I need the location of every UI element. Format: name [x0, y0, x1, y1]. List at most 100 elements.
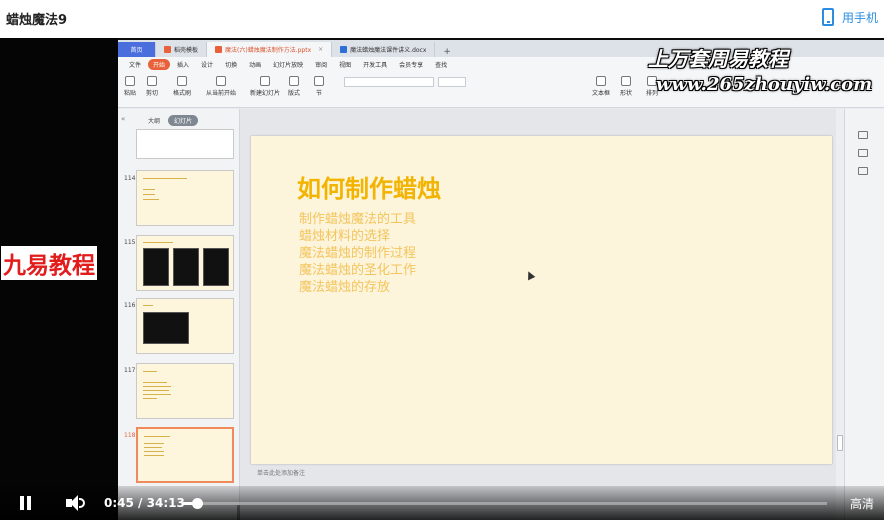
- thumb-text-line: [143, 189, 155, 190]
- font-size-select[interactable]: [438, 77, 466, 87]
- menu-slideshow[interactable]: 幻灯片放映: [268, 59, 308, 70]
- textbox-label: 文本框: [592, 90, 611, 97]
- menu-review[interactable]: 审阅: [310, 59, 332, 70]
- tab-home[interactable]: 首页: [118, 42, 156, 57]
- slide-bullet-list: 制作蜡烛魔法的工具 蜡烛材料的选择 魔法蜡烛的制作过程 魔法蜡烛的圣化工作 魔法…: [299, 212, 416, 296]
- tab-slides[interactable]: 幻灯片: [168, 115, 199, 126]
- page: 蜡烛魔法9 用手机 首页 稻壳模板 魔法(六)蜡烛魔法制作方法.pptx × 魔法…: [0, 0, 884, 520]
- tab-outline[interactable]: 大纲: [148, 116, 160, 125]
- menu-view[interactable]: 视图: [334, 59, 356, 70]
- font-family-select[interactable]: [344, 77, 434, 87]
- tab-templates-label: 稻壳模板: [174, 47, 199, 54]
- tab-pptx-label: 魔法(六)蜡烛魔法制作方法.pptx: [225, 47, 312, 54]
- layout-icon: [289, 76, 299, 86]
- panel-icon[interactable]: [858, 167, 868, 175]
- menu-start[interactable]: 开始: [148, 59, 171, 70]
- page-header: 蜡烛魔法9 用手机: [0, 0, 884, 38]
- close-icon[interactable]: ×: [318, 46, 323, 53]
- layout-label: 版式: [288, 90, 301, 97]
- thumb-title-line: [143, 305, 153, 306]
- thumb-image: [143, 312, 189, 344]
- slide-thumbnail[interactable]: [136, 129, 234, 159]
- slide-bullet: 魔法蜡烛的圣化工作: [299, 263, 417, 278]
- brush-icon: [177, 76, 187, 86]
- slide-number: 114: [124, 175, 136, 182]
- menu-insert[interactable]: 插入: [172, 59, 194, 70]
- menu-transition[interactable]: 切换: [220, 59, 242, 70]
- adjust-icon[interactable]: [858, 131, 868, 139]
- watch-on-phone-button[interactable]: 用手机: [821, 8, 878, 26]
- watermark-top: 上万套周易教程: [648, 47, 788, 71]
- tab-docx-label: 魔法蜡烛魔法课件讲义.docx: [350, 47, 427, 54]
- thumb-text-line: [144, 455, 164, 456]
- slide-scrollbar[interactable]: [836, 109, 844, 520]
- scroll-thumb[interactable]: [837, 435, 843, 451]
- shape-icon: [621, 76, 631, 86]
- menu-member[interactable]: 会员专享: [394, 59, 428, 70]
- new-tab-button[interactable]: +: [435, 47, 459, 57]
- tab-docx[interactable]: 魔法蜡烛魔法课件讲义.docx: [332, 42, 436, 57]
- menu-search[interactable]: 查找: [430, 59, 452, 70]
- slide-thumbnail[interactable]: [136, 235, 234, 291]
- duration: 34:13: [146, 496, 185, 510]
- section-button[interactable]: 节: [314, 76, 324, 97]
- video-player[interactable]: 首页 稻壳模板 魔法(六)蜡烛魔法制作方法.pptx × 魔法蜡烛魔法课件讲义.d…: [0, 38, 884, 520]
- notes-bar[interactable]: 单击此处添加备注: [251, 465, 832, 479]
- collapse-panel-button[interactable]: «: [121, 115, 125, 123]
- current-time: 0:45: [104, 496, 134, 510]
- play-from-current-button[interactable]: 从当前开始: [206, 76, 236, 97]
- thumb-title-line: [143, 242, 173, 243]
- quality-button[interactable]: 高清: [850, 495, 874, 512]
- scissors-icon: [147, 76, 157, 86]
- slide-bullet: 制作蜡烛魔法的工具: [299, 212, 417, 227]
- new-slide-icon: [260, 76, 270, 86]
- textbox-button[interactable]: 文本框: [592, 76, 610, 97]
- new-slide-button[interactable]: 新建幻灯片: [250, 76, 280, 97]
- slide-bullet: 魔法蜡烛的存放: [299, 280, 391, 295]
- menu-developer[interactable]: 开发工具: [358, 59, 392, 70]
- notes-placeholder: 单击此处添加备注: [257, 469, 306, 477]
- slide-editing-area: 如何制作蜡烛 制作蜡烛魔法的工具 蜡烛材料的选择 魔法蜡烛的制作过程 魔法蜡烛的…: [240, 109, 844, 520]
- menu-animation[interactable]: 动画: [244, 59, 266, 70]
- slide-thumbnail[interactable]: [136, 298, 234, 354]
- slide-number: 116: [124, 302, 136, 309]
- slide-thumbnail[interactable]: [136, 170, 234, 226]
- thumb-text-line: [144, 447, 162, 448]
- progress-handle[interactable]: [192, 498, 204, 509]
- slide-thumbnail[interactable]: [136, 363, 234, 419]
- menu-design[interactable]: 设计: [196, 59, 218, 70]
- right-tool-strip: [844, 109, 884, 520]
- time-separator: /: [138, 496, 143, 510]
- thumb-text-line: [143, 194, 155, 195]
- slide-number: 117: [124, 367, 136, 374]
- menu-file[interactable]: 文件: [124, 59, 146, 70]
- shape-label: 形状: [620, 90, 633, 97]
- slide-title: 如何制作蜡烛: [297, 175, 441, 203]
- slide-number: 118: [124, 432, 136, 439]
- phone-icon: [821, 8, 834, 26]
- cut-button[interactable]: 剪切: [146, 76, 158, 97]
- slide-thumbnail-selected[interactable]: [136, 427, 234, 483]
- current-slide[interactable]: 如何制作蜡烛 制作蜡烛魔法的工具 蜡烛材料的选择 魔法蜡烛的制作过程 魔法蜡烛的…: [251, 136, 832, 464]
- slide-thumbnail-panel: « 大纲 幻灯片 114 115 116 117 118: [118, 109, 240, 520]
- time-display: 0:45 / 34:13: [104, 496, 185, 510]
- watermark-left: 九易教程: [1, 246, 97, 280]
- phone-label: 用手机: [841, 10, 878, 25]
- thumb-text-line: [144, 443, 164, 444]
- progress-bar[interactable]: [183, 498, 827, 509]
- paste-icon: [125, 76, 135, 86]
- thumb-title-line: [144, 436, 170, 437]
- layout-button[interactable]: 版式: [288, 76, 300, 97]
- cut-label: 剪切: [146, 90, 159, 97]
- tab-pptx[interactable]: 魔法(六)蜡烛魔法制作方法.pptx ×: [207, 42, 333, 57]
- paste-button[interactable]: 粘贴: [124, 76, 136, 97]
- volume-icon[interactable]: [66, 495, 86, 511]
- pause-icon[interactable]: [18, 496, 34, 510]
- shape-button[interactable]: 形状: [620, 76, 632, 97]
- thumb-text-line: [143, 386, 171, 387]
- new-slide-label: 新建幻灯片: [250, 90, 281, 97]
- tab-templates[interactable]: 稻壳模板: [156, 42, 208, 57]
- template-icon: [164, 46, 171, 53]
- pin-icon[interactable]: [858, 149, 868, 157]
- format-painter-button[interactable]: 格式刷: [173, 76, 191, 97]
